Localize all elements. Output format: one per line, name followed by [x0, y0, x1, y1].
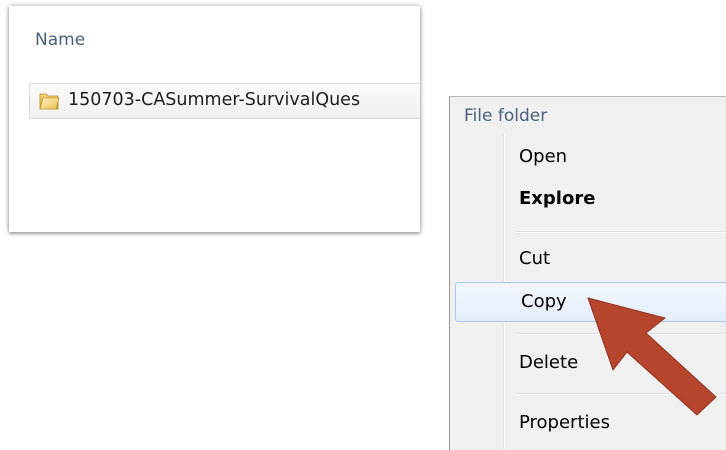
context-menu-header: File folder — [450, 97, 726, 133]
folder-name: 150703-CASummer-SurvivalQues — [68, 90, 361, 110]
context-menu: File folder Open Explore Cut Copy Delete… — [449, 96, 726, 450]
explorer-file-list: Name 150703-CASummer-SurvivalQues — [9, 6, 420, 232]
menu-item-explore[interactable]: Explore — [453, 179, 726, 219]
menu-separator — [516, 333, 726, 335]
menu-item-copy[interactable]: Copy — [455, 282, 726, 322]
menu-item-label: Copy — [521, 291, 567, 312]
file-type-label: File folder — [464, 106, 548, 126]
menu-item-label: Open — [519, 146, 568, 167]
folder-row[interactable]: 150703-CASummer-SurvivalQues — [29, 83, 420, 119]
menu-item-label: Delete — [519, 352, 579, 373]
menu-item-properties[interactable]: Properties — [453, 403, 726, 443]
menu-item-label: Explore — [519, 188, 596, 209]
menu-item-cut[interactable]: Cut — [453, 239, 726, 279]
menu-separator — [516, 231, 726, 233]
menu-item-label: Properties — [519, 412, 610, 433]
menu-item-delete[interactable]: Delete — [453, 343, 726, 383]
name-column-header[interactable]: Name — [35, 30, 85, 50]
folder-icon — [38, 90, 60, 112]
menu-item-label: Cut — [519, 248, 551, 269]
screenshot-stage: Name 150703-CASummer-SurvivalQues File f… — [0, 0, 726, 450]
menu-item-open[interactable]: Open — [453, 137, 726, 177]
menu-separator — [516, 393, 726, 395]
